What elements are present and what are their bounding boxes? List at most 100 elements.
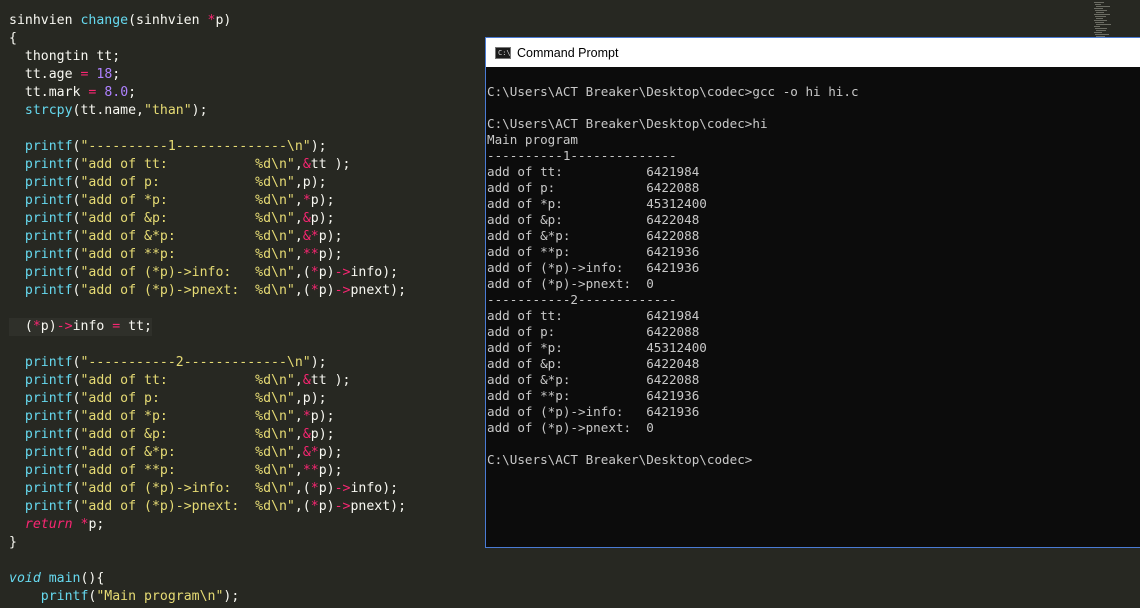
command-prompt-window[interactable]: C:\ Command Prompt C:\Users\ACT Breaker\… bbox=[485, 37, 1140, 548]
code-token: * bbox=[310, 481, 319, 496]
minimap-stroke bbox=[1096, 24, 1111, 25]
console-output[interactable]: C:\Users\ACT Breaker\Desktop\codec>gcc -… bbox=[487, 84, 1140, 468]
code-token: ,( bbox=[294, 481, 311, 496]
code-token: printf bbox=[24, 427, 73, 442]
code-token: "-----------2-------------\n" bbox=[80, 355, 311, 370]
code-token: "----------1--------------\n" bbox=[80, 139, 311, 154]
code-token: 18 bbox=[96, 67, 113, 82]
code-token: "add of (*p)->pnext: %d\n" bbox=[80, 499, 295, 514]
code-token: * bbox=[302, 193, 311, 208]
code-token: } bbox=[9, 535, 17, 550]
code-line: printf("add of (*p)->pnext: %d\n",(*p)->… bbox=[9, 498, 406, 516]
code-token: , bbox=[294, 445, 303, 460]
console-line: add of tt: 6421984 bbox=[487, 308, 700, 323]
code-token: , bbox=[294, 373, 303, 388]
code-token: printf bbox=[24, 445, 73, 460]
code-line: { bbox=[9, 30, 406, 48]
code-token: "add of p: %d\n" bbox=[80, 175, 295, 190]
code-line: printf("add of &p: %d\n",&p); bbox=[9, 426, 406, 444]
code-token: printf bbox=[24, 193, 73, 208]
code-token: printf bbox=[24, 373, 73, 388]
console-line: add of &*p: 6422088 bbox=[487, 228, 700, 243]
minimap-stroke bbox=[1096, 30, 1106, 31]
code-token: -> bbox=[334, 283, 351, 298]
code-token: "than" bbox=[144, 103, 192, 118]
code-token: (tt.name, bbox=[72, 103, 144, 118]
code-token: tt; bbox=[120, 319, 152, 334]
code-line: printf("add of **p: %d\n",**p); bbox=[9, 246, 406, 264]
code-token: p) bbox=[318, 265, 335, 280]
code-token: "Main program\n" bbox=[96, 589, 224, 604]
minimap-stroke bbox=[1094, 32, 1102, 33]
console-line: add of &*p: 6422088 bbox=[487, 372, 700, 387]
code-token: -> bbox=[334, 499, 351, 514]
code-token: { bbox=[9, 31, 17, 46]
window-titlebar[interactable]: C:\ Command Prompt bbox=[486, 38, 1140, 67]
code-token: "add of **p: %d\n" bbox=[80, 247, 295, 262]
code-token: p); bbox=[310, 409, 335, 424]
minimap-stroke bbox=[1095, 34, 1109, 35]
code-token: ); bbox=[310, 139, 327, 154]
console-line: add of p: 6422088 bbox=[487, 324, 700, 339]
current-line-highlight: (*p)->info = tt; bbox=[9, 318, 152, 336]
console-line: add of (*p)->pnext: 0 bbox=[487, 276, 654, 291]
code-token: ( bbox=[9, 319, 33, 334]
code-token: printf bbox=[24, 157, 73, 172]
code-token: p) bbox=[318, 283, 335, 298]
console-line: add of tt: 6421984 bbox=[487, 164, 700, 179]
code-token: "add of **p: %d\n" bbox=[80, 463, 295, 478]
code-area[interactable]: sinhvien change(sinhvien *p){ thongtin t… bbox=[9, 12, 406, 606]
console-line: add of (*p)->pnext: 0 bbox=[487, 420, 654, 435]
code-line: tt.mark = 8.0; bbox=[9, 84, 406, 102]
code-token: printf bbox=[24, 247, 73, 262]
code-token: p) bbox=[215, 13, 232, 28]
code-token: printf bbox=[24, 211, 73, 226]
code-token: p; bbox=[88, 517, 105, 532]
code-token: printf bbox=[24, 355, 73, 370]
code-token: sinhvien bbox=[9, 13, 81, 28]
console-line: add of &p: 6422048 bbox=[487, 356, 700, 371]
code-token: &* bbox=[302, 229, 319, 244]
code-token: ); bbox=[310, 355, 327, 370]
code-token: (){ bbox=[80, 571, 105, 586]
code-token: p) bbox=[40, 319, 57, 334]
minimap-stroke bbox=[1095, 16, 1106, 17]
code-token: "add of (*p)->info: %d\n" bbox=[80, 265, 295, 280]
code-token: , bbox=[294, 427, 303, 442]
code-token: p); bbox=[310, 193, 335, 208]
code-token: , bbox=[294, 193, 303, 208]
code-line: printf("add of (*p)->info: %d\n",(*p)->i… bbox=[9, 264, 406, 282]
code-line: printf("add of *p: %d\n",*p); bbox=[9, 192, 406, 210]
code-token: "add of &*p: %d\n" bbox=[80, 445, 295, 460]
code-token: * bbox=[310, 283, 319, 298]
code-line: thongtin tt; bbox=[9, 48, 406, 66]
code-token: change bbox=[80, 13, 129, 28]
minimap-stroke bbox=[1094, 20, 1107, 21]
console-line: add of (*p)->info: 6421936 bbox=[487, 404, 700, 419]
code-line: printf("add of (*p)->info: %d\n",(*p)->i… bbox=[9, 480, 406, 498]
code-token: p); bbox=[318, 229, 343, 244]
minimap-stroke bbox=[1095, 28, 1107, 29]
code-token: , bbox=[294, 157, 303, 172]
minimap[interactable] bbox=[1090, 0, 1120, 37]
code-token: ); bbox=[191, 103, 208, 118]
console-line: -----------2------------- bbox=[487, 292, 677, 307]
code-token: p); bbox=[318, 463, 343, 478]
code-token: -> bbox=[334, 265, 351, 280]
code-token: printf bbox=[24, 391, 73, 406]
command-prompt-icon: C:\ bbox=[495, 46, 511, 59]
minimap-stroke bbox=[1095, 4, 1101, 5]
minimap-stroke bbox=[1096, 18, 1103, 19]
code-token: , bbox=[294, 229, 303, 244]
code-line: void main(){ bbox=[9, 570, 406, 588]
